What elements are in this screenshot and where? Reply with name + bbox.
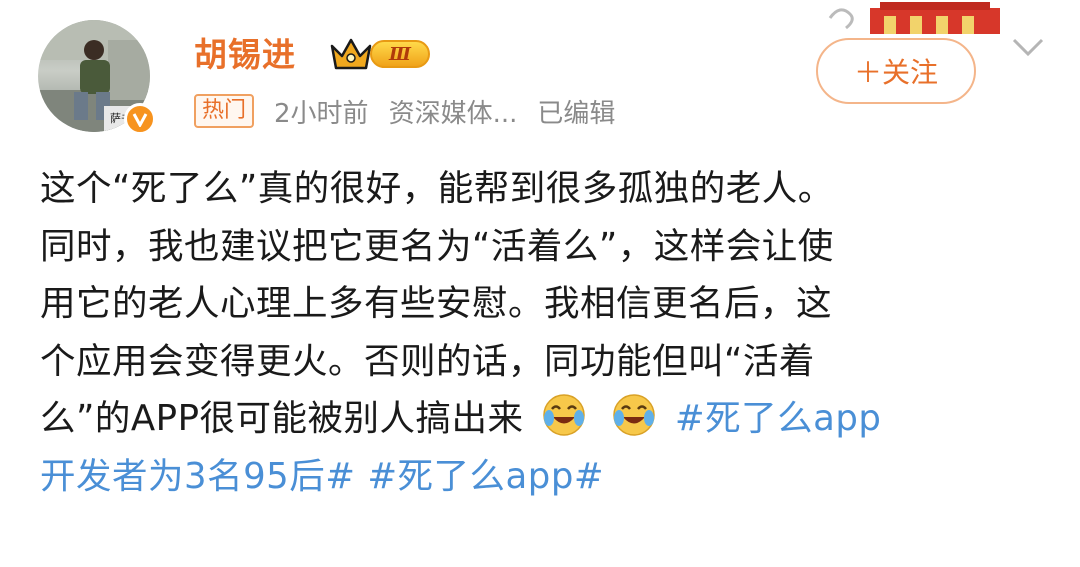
post-meta: 热门 2小时前 资深媒体... 已编辑 xyxy=(194,92,635,130)
post-content: 这个“死了么”真的很好，能帮到很多孤独的老人。 同时，我也建议把它更名为“活着么… xyxy=(40,160,1050,505)
hashtag-link[interactable]: 开发者为3名95后# xyxy=(40,456,356,497)
author-source: 资深媒体... xyxy=(388,98,518,129)
laughing-crying-emoji-icon xyxy=(543,394,586,436)
hashtag-link[interactable]: #死了么app# xyxy=(367,456,604,497)
follow-button[interactable]: ＋关注 xyxy=(816,38,976,104)
chevron-down-icon[interactable] xyxy=(1010,34,1046,60)
edited-label: 已编辑 xyxy=(537,98,616,129)
content-line: 用它的老人心理上多有些安慰。我相信更名后，这 xyxy=(40,283,833,324)
decoration-image xyxy=(828,2,1000,34)
content-line-with-hashtag: 么”的APP很可能被别人搞出来 #死了么app xyxy=(40,390,1050,448)
post-time: 2小时前 xyxy=(274,98,369,129)
level-badge: Ⅲ xyxy=(370,40,430,68)
post-header: 萨书 19 胡锡进 Ⅲ 热门 2小时前 资深媒体... 已编辑 ＋关注 xyxy=(0,0,1080,150)
verified-v-icon xyxy=(124,103,156,135)
hashtag-link[interactable]: #死了么app xyxy=(675,398,882,439)
content-line: 这个“死了么”真的很好，能帮到很多孤独的老人。 xyxy=(40,168,834,209)
hot-tag[interactable]: 热门 xyxy=(194,94,255,128)
content-line: 同时，我也建议把它更名为“活着么”，这样会让使 xyxy=(40,225,834,267)
crown-icon xyxy=(330,38,372,70)
laughing-crying-emoji-icon xyxy=(613,394,655,436)
author-name[interactable]: 胡锡进 xyxy=(194,28,296,76)
content-line-hashtags: 开发者为3名95后# #死了么app# xyxy=(40,448,1050,506)
content-text: 么”的APP很可能被别人搞出来 xyxy=(40,398,524,439)
content-line: 个应用会变得更火。否则的话，同功能但叫“活着 xyxy=(40,340,815,382)
